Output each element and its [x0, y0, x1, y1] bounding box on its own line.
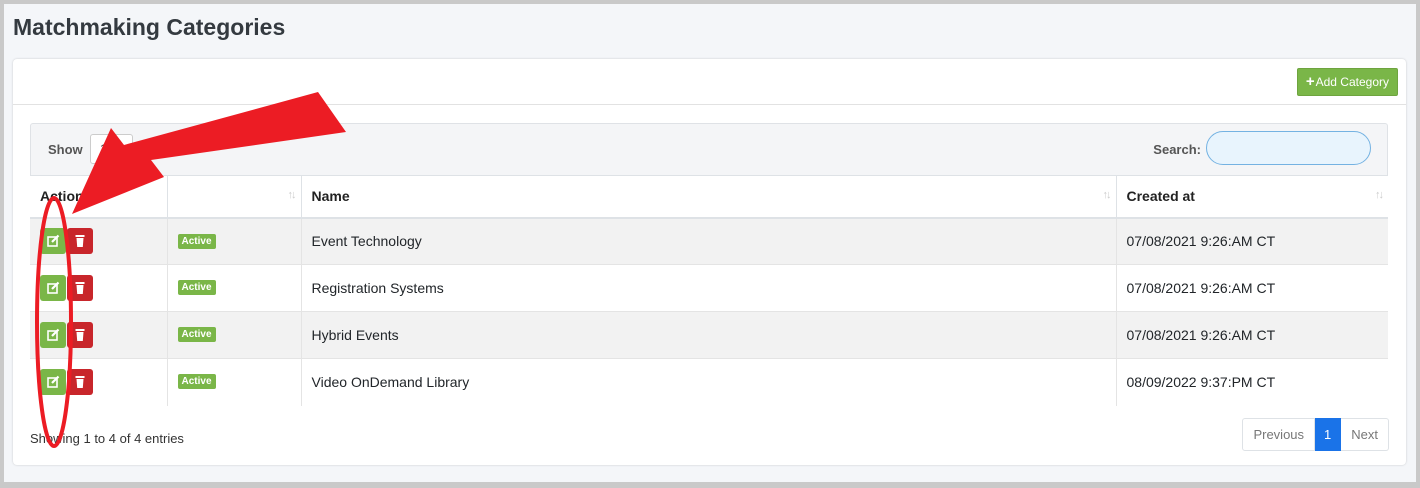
table-row: Active Hybrid Events 07/08/2021 9:26:AM …: [30, 311, 1388, 359]
table-row: Active Video OnDemand Library 08/09/2022…: [30, 358, 1388, 406]
status-badge: Active: [177, 374, 216, 389]
status-badge: Active: [177, 327, 216, 342]
page-1-button[interactable]: 1: [1315, 418, 1342, 451]
trash-icon: [75, 329, 85, 341]
select-arrows-icon: ⬍: [113, 145, 122, 156]
sort-icon: ↑↓: [1102, 189, 1112, 201]
search-input[interactable]: [1206, 131, 1371, 165]
categories-table: Action ↑↓ Name ↑↓ Created at ↑↓ Active Eve…: [30, 175, 1388, 406]
column-header-label: Name: [311, 188, 350, 205]
search-label: Search:: [1153, 142, 1201, 157]
show-label: Show: [48, 142, 83, 157]
edit-button[interactable]: [40, 228, 66, 255]
delete-button[interactable]: [67, 228, 93, 255]
column-header-label: Action: [40, 188, 84, 205]
edit-button[interactable]: [40, 369, 66, 396]
plus-icon: +: [1305, 73, 1315, 90]
page-title: Matchmaking Categories: [13, 14, 286, 40]
pagination: Previous 1 Next: [1242, 418, 1389, 451]
edit-icon: [47, 328, 60, 341]
created-at-cell: 08/09/2022 9:37:PM CT: [1115, 358, 1388, 406]
categories-card: +Add Category Show 10⬍ entries Search: A…: [13, 59, 1406, 465]
next-page-button[interactable]: Next: [1341, 418, 1389, 451]
card-header: +Add Category: [13, 59, 1406, 105]
status-cell: Active: [166, 311, 301, 359]
sort-icon: ↑↓: [287, 189, 297, 201]
column-header-created-at[interactable]: Created at ↑↓: [1115, 175, 1388, 219]
previous-page-button[interactable]: Previous: [1242, 418, 1316, 451]
table-header-row: Action ↑↓ Name ↑↓ Created at ↑↓: [30, 175, 1388, 219]
trash-icon: [75, 376, 85, 389]
action-cell: [30, 311, 167, 359]
trash-icon: [75, 235, 85, 248]
name-cell: Registration Systems: [300, 264, 1116, 312]
column-header-label: Created at: [1126, 188, 1195, 205]
edit-icon: [47, 281, 60, 294]
status-badge: Active: [177, 280, 216, 295]
delete-button[interactable]: [67, 275, 93, 301]
created-at-cell: 07/08/2021 9:26:AM CT: [1115, 217, 1388, 265]
status-cell: Active: [166, 264, 301, 312]
entries-length-select[interactable]: 10⬍: [90, 134, 133, 164]
column-header-name[interactable]: Name ↑↓: [300, 175, 1116, 219]
trash-icon: [75, 282, 85, 294]
table-row: Active Event Technology 07/08/2021 9:26:…: [30, 217, 1388, 265]
column-header-action[interactable]: Action: [30, 175, 167, 219]
sort-icon: ↑↓: [1375, 189, 1384, 201]
action-cell: [30, 264, 167, 312]
app-frame: Matchmaking Categories +Add Category Sho…: [4, 4, 1416, 482]
edit-button[interactable]: [40, 275, 66, 301]
edit-button[interactable]: [40, 322, 66, 348]
name-cell: Video OnDemand Library: [300, 358, 1116, 406]
status-cell: Active: [166, 217, 301, 265]
entries-length-value: 10: [100, 142, 114, 156]
add-category-button[interactable]: +Add Category: [1296, 68, 1398, 96]
created-at-cell: 07/08/2021 9:26:AM CT: [1115, 264, 1388, 312]
action-cell: [30, 358, 167, 406]
table-info: Showing 1 to 4 of 4 entries: [30, 431, 184, 446]
entries-label: entries: [139, 142, 182, 157]
edit-icon: [47, 234, 60, 248]
edit-icon: [47, 375, 60, 389]
table-toolbar: Show 10⬍ entries Search:: [30, 123, 1388, 175]
table-row: Active Registration Systems 07/08/2021 9…: [30, 264, 1388, 312]
created-at-cell: 07/08/2021 9:26:AM CT: [1115, 311, 1388, 359]
column-header-status[interactable]: ↑↓: [166, 175, 301, 219]
add-category-label: Add Category: [1315, 75, 1389, 89]
status-badge: Active: [177, 233, 216, 249]
delete-button[interactable]: [67, 322, 93, 348]
action-cell: [30, 217, 167, 265]
status-cell: Active: [166, 358, 301, 406]
name-cell: Hybrid Events: [300, 311, 1116, 359]
delete-button[interactable]: [67, 369, 93, 396]
name-cell: Event Technology: [300, 217, 1116, 265]
